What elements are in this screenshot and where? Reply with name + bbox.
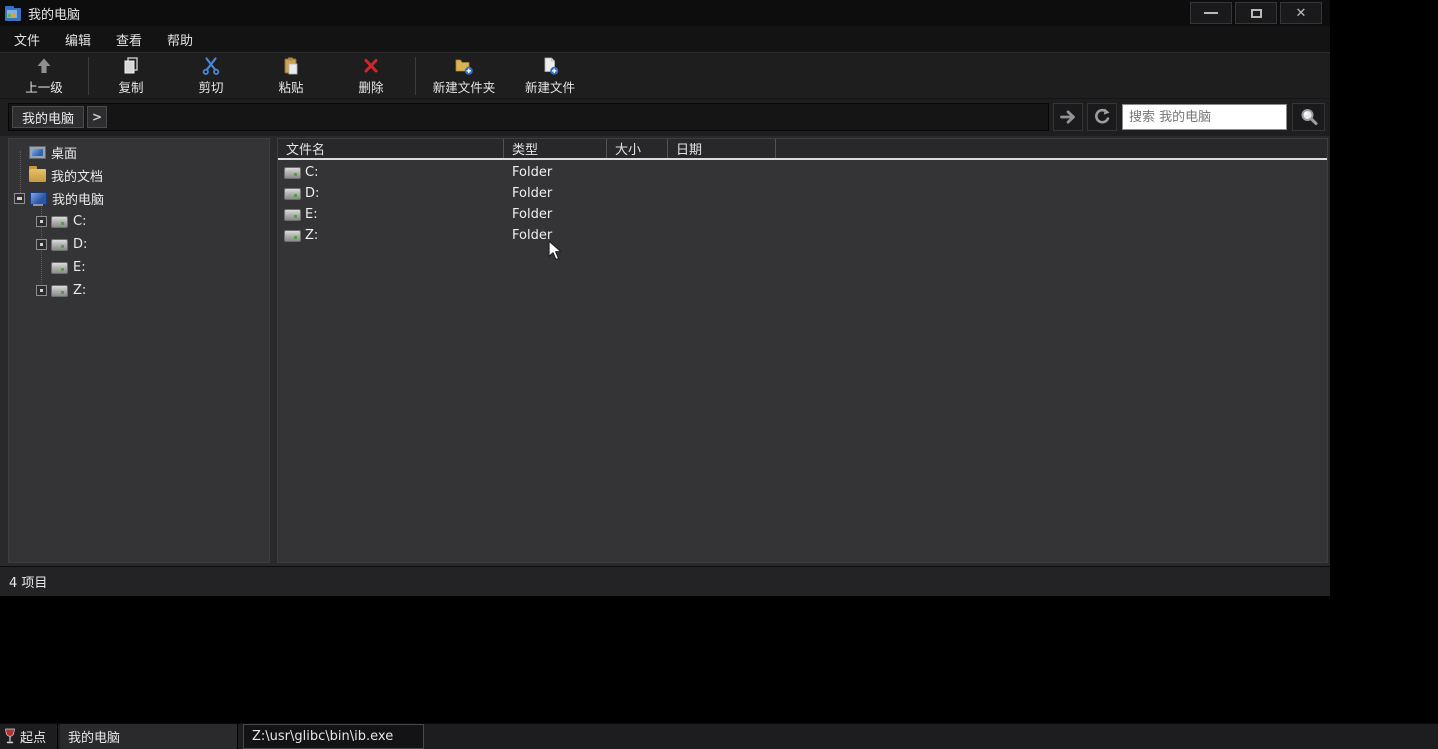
menu-bar: 文件 编辑 查看 帮助	[0, 26, 1330, 52]
tree-item-my-computer[interactable]: 我的电脑	[9, 187, 269, 210]
status-bar: 4 项目	[0, 566, 1330, 596]
desktop-icon	[29, 146, 46, 159]
toolbar-separator	[88, 57, 89, 95]
minimize-icon	[1204, 12, 1218, 14]
close-icon: ✕	[1296, 6, 1307, 21]
start-button-label: 起点	[20, 727, 46, 746]
expand-expander-icon[interactable]	[36, 285, 47, 296]
documents-folder-icon	[29, 169, 46, 182]
copy-icon	[121, 56, 141, 76]
collapse-expander-icon[interactable]	[14, 193, 25, 204]
window-title: 我的电脑	[28, 4, 80, 23]
maximize-icon	[1251, 9, 1262, 18]
computer-icon	[29, 192, 47, 206]
column-header-size[interactable]: 大小	[607, 139, 668, 158]
taskbar-item-my-computer[interactable]: 我的电脑	[60, 724, 238, 749]
file-manager-window: 我的电脑 ✕ 文件 编辑 查看 帮助 上一级 复制	[0, 0, 1330, 596]
search-input[interactable]	[1122, 104, 1287, 130]
title-bar: 我的电脑 ✕	[0, 0, 1330, 26]
address-row: 我的电脑 >	[0, 98, 1330, 136]
table-row[interactable]: Z: Folder	[278, 225, 1327, 246]
refresh-button[interactable]	[1087, 103, 1117, 131]
cut-icon	[201, 56, 221, 76]
taskbar-item-ib-exe[interactable]: Z:\usr\glibc\bin\ib.exe	[243, 724, 424, 749]
drive-icon	[51, 239, 68, 251]
drive-icon	[51, 216, 68, 228]
folder-tree-panel: 桌面 我的文档 我的电脑 C: D: E: Z:	[8, 138, 270, 563]
start-button[interactable]: 起点	[0, 724, 58, 749]
chevron-right-icon: >	[92, 110, 102, 124]
toolbar: 上一级 复制 剪切 粘贴	[0, 52, 1330, 98]
menu-edit[interactable]: 编辑	[63, 28, 93, 51]
up-arrow-icon	[34, 56, 54, 76]
table-row[interactable]: E: Folder	[278, 204, 1327, 225]
breadcrumb[interactable]: 我的电脑	[12, 106, 84, 128]
table-row[interactable]: C: Folder	[278, 162, 1327, 183]
file-list-panel: 文件名 类型 大小 日期 C: Folder D: Folder E: Fold…	[277, 138, 1328, 563]
mouse-cursor	[548, 240, 563, 262]
table-row[interactable]: D: Folder	[278, 183, 1327, 204]
delete-button[interactable]: 删除	[335, 54, 407, 98]
wine-glass-icon	[4, 728, 16, 745]
paste-icon	[281, 56, 301, 76]
app-icon	[4, 5, 22, 22]
new-folder-icon	[454, 56, 474, 76]
drive-icon	[51, 285, 68, 297]
expand-expander-icon[interactable]	[36, 239, 47, 250]
item-count: 4 项目	[9, 572, 47, 591]
copy-button[interactable]: 复制	[95, 54, 167, 98]
tree-item-drive-z[interactable]: Z:	[9, 279, 269, 302]
minimize-button[interactable]	[1190, 2, 1232, 24]
column-header-filler	[776, 139, 1327, 158]
paste-button[interactable]: 粘贴	[255, 54, 327, 98]
toolbar-separator	[415, 57, 416, 95]
tree-item-drive-d[interactable]: D:	[9, 233, 269, 256]
drive-icon	[284, 188, 301, 200]
tree-item-desktop[interactable]: 桌面	[9, 141, 269, 164]
go-button[interactable]	[1053, 103, 1083, 131]
taskbar: 起点 我的电脑 Z:\usr\glibc\bin\ib.exe	[0, 723, 1438, 749]
tree-item-drive-c[interactable]: C:	[9, 210, 269, 233]
column-header-name[interactable]: 文件名	[278, 139, 504, 158]
drive-icon	[284, 167, 301, 179]
window-controls: ✕	[1187, 2, 1322, 24]
menu-help[interactable]: 帮助	[165, 28, 195, 51]
menu-view[interactable]: 查看	[114, 28, 144, 51]
drive-icon	[284, 230, 301, 242]
search-button[interactable]	[1292, 103, 1325, 131]
tree-item-drive-e[interactable]: E:	[9, 256, 269, 279]
drive-icon	[284, 209, 301, 221]
new-folder-button[interactable]: 新建文件夹	[422, 54, 506, 98]
delete-icon	[361, 56, 381, 76]
column-header-date[interactable]: 日期	[668, 139, 776, 158]
up-level-button[interactable]: 上一级	[8, 54, 80, 98]
column-header-type[interactable]: 类型	[504, 139, 607, 158]
maximize-button[interactable]	[1235, 2, 1277, 24]
list-header: 文件名 类型 大小 日期	[278, 139, 1327, 160]
new-file-button[interactable]: 新建文件	[514, 54, 586, 98]
expand-expander-icon[interactable]	[36, 216, 47, 227]
refresh-icon	[1092, 107, 1112, 127]
address-bar[interactable]: 我的电脑 >	[8, 103, 1049, 131]
drive-icon	[51, 262, 68, 274]
cut-button[interactable]: 剪切	[175, 54, 247, 98]
menu-file[interactable]: 文件	[12, 28, 42, 51]
breadcrumb-chevron-button[interactable]: >	[87, 106, 107, 128]
search-icon	[1299, 107, 1319, 127]
new-file-icon	[540, 56, 560, 76]
go-arrow-icon	[1058, 107, 1078, 127]
tree-item-my-documents[interactable]: 我的文档	[9, 164, 269, 187]
close-button[interactable]: ✕	[1280, 2, 1322, 24]
